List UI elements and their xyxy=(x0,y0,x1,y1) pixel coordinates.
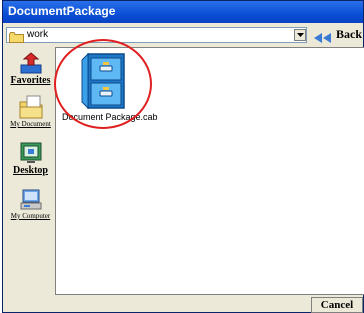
my-documents-icon xyxy=(19,95,42,119)
cancel-button[interactable]: Cancel xyxy=(311,297,363,313)
sidebar-item-desktop[interactable]: Desktop xyxy=(6,141,55,176)
back-arrow-icon xyxy=(314,30,332,48)
window-title: DocumentPackage xyxy=(8,4,116,18)
address-bar: work Back xyxy=(6,27,362,44)
folder-icon xyxy=(9,30,24,43)
back-label: Back xyxy=(336,27,363,41)
sidebar-item-my-document[interactable]: My Document xyxy=(6,94,55,128)
annotation-circle xyxy=(54,39,152,129)
chevron-down-icon xyxy=(297,33,304,37)
sidebar-item-favorites[interactable]: Favorites xyxy=(6,51,55,86)
my-computer-icon xyxy=(20,189,41,210)
location-path: work xyxy=(27,29,49,40)
sidebar-label-my-computer: My Computer xyxy=(10,212,51,220)
sidebar-label-favorites: Favorites xyxy=(10,75,51,86)
file-list-area[interactable]: Document Package.cab xyxy=(54,39,364,295)
document-package-dialog: DocumentPackage work Back Favorites My D… xyxy=(2,0,364,313)
places-sidebar: Favorites My Document Desktop My Compute… xyxy=(6,47,55,295)
location-combobox[interactable]: work xyxy=(6,27,307,43)
favorites-icon xyxy=(20,52,41,74)
desktop-icon xyxy=(20,142,41,163)
file-item[interactable]: Document Package.cab xyxy=(54,39,166,143)
sidebar-item-my-computer[interactable]: My Computer xyxy=(6,188,55,220)
title-bar[interactable]: DocumentPackage xyxy=(3,1,363,23)
sidebar-label-desktop: Desktop xyxy=(12,165,48,176)
back-button[interactable]: Back xyxy=(312,27,364,43)
dropdown-arrow-button[interactable] xyxy=(294,29,306,41)
sidebar-label-my-document: My Document xyxy=(10,120,51,128)
